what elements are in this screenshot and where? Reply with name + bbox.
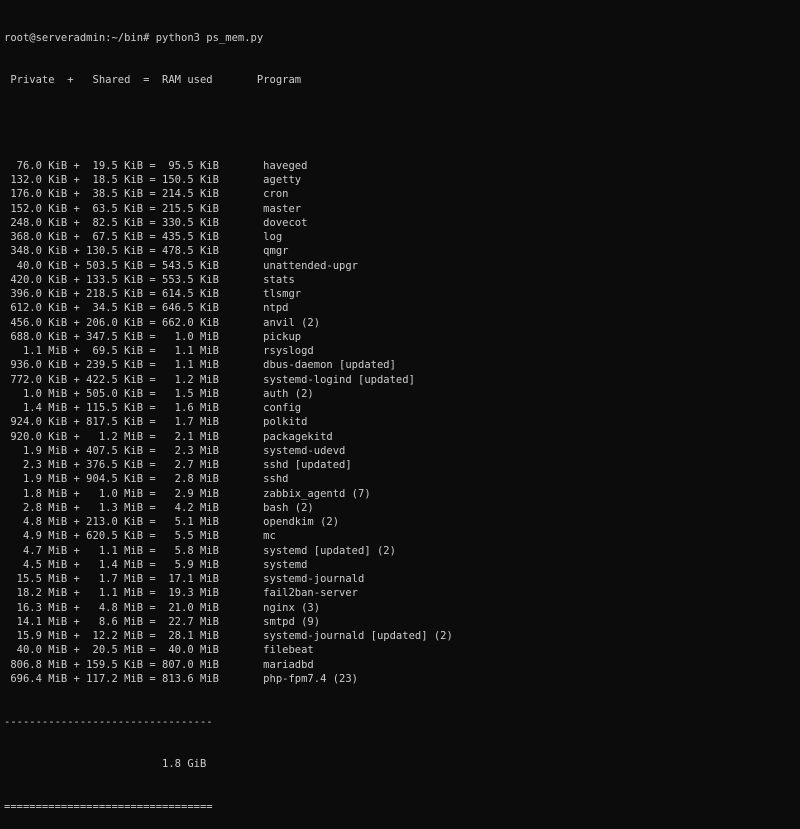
process-row: 348.0 KiB + 130.5 KiB = 478.5 KiB qmgr: [4, 245, 289, 258]
total-separator-top: ---------------------------------: [4, 715, 213, 728]
process-row: 396.0 KiB + 218.5 KiB = 614.5 KiB tlsmgr: [4, 288, 302, 300]
total-ram-used: 1.8 GiB: [4, 758, 207, 771]
process-row: 920.0 KiB + 1.2 MiB = 2.1 MiB packagekit…: [4, 430, 333, 443]
process-row: 132.0 KiB + 18.5 KiB = 150.5 KiB agetty: [4, 174, 302, 186]
process-row: 76.0 KiB + 19.5 KiB = 95.5 KiB haveged: [4, 159, 308, 172]
process-row: 1.8 MiB + 1.0 MiB = 2.9 MiB zabbix_agent…: [4, 487, 371, 500]
process-row: 456.0 KiB + 206.0 KiB = 662.0 KiB anvil …: [4, 316, 321, 329]
process-row: 4.5 MiB + 1.4 MiB = 5.9 MiB systemd: [4, 558, 308, 571]
process-row: 936.0 KiB + 239.5 KiB = 1.1 MiB dbus-dae…: [4, 359, 396, 372]
process-row: 4.8 MiB + 213.0 KiB = 5.1 MiB opendkim (…: [4, 516, 340, 528]
process-row: 176.0 KiB + 38.5 KiB = 214.5 KiB cron: [4, 188, 289, 201]
process-row: 1.9 MiB + 904.5 KiB = 2.8 MiB sshd: [4, 473, 289, 486]
terminal-window[interactable]: root@serveradmin:~/bin# python3 ps_mem.p…: [0, 0, 800, 813]
process-row: 1.1 MiB + 69.5 KiB = 1.1 MiB rsyslogd: [4, 345, 314, 357]
process-row: 14.1 MiB + 8.6 MiB = 22.7 MiB smtpd (9): [4, 615, 321, 628]
process-row: 1.4 MiB + 115.5 KiB = 1.6 MiB config: [4, 402, 302, 414]
process-row: 4.9 MiB + 620.5 KiB = 5.5 MiB mc: [4, 530, 276, 543]
process-row: 15.5 MiB + 1.7 MiB = 17.1 MiB systemd-jo…: [4, 573, 365, 585]
process-row: 612.0 KiB + 34.5 KiB = 646.5 KiB ntpd: [4, 302, 289, 315]
process-row: 4.7 MiB + 1.1 MiB = 5.8 MiB systemd [upd…: [4, 544, 396, 557]
process-row: 40.0 MiB + 20.5 MiB = 40.0 MiB filebeat: [4, 644, 314, 657]
process-row: 806.8 MiB + 159.5 KiB = 807.0 MiB mariad…: [4, 658, 314, 671]
process-row: 40.0 KiB + 503.5 KiB = 543.5 KiB unatten…: [4, 259, 359, 272]
process-memory-list: 76.0 KiB + 19.5 KiB = 95.5 KiB haveged 1…: [4, 159, 800, 686]
process-row: 248.0 KiB + 82.5 KiB = 330.5 KiB dovecot: [4, 216, 308, 229]
total-separator-bottom: =================================: [4, 801, 213, 813]
command-prompt-line: root@serveradmin:~/bin# python3 ps_mem.p…: [4, 31, 264, 44]
table-header: Private + Shared = RAM used Program: [4, 74, 302, 87]
process-row: 15.9 MiB + 12.2 MiB = 28.1 MiB systemd-j…: [4, 630, 453, 642]
process-row: 696.4 MiB + 117.2 MiB = 813.6 MiB php-fp…: [4, 672, 359, 685]
process-row: 18.2 MiB + 1.1 MiB = 19.3 MiB fail2ban-s…: [4, 587, 359, 600]
process-row: 1.0 MiB + 505.0 KiB = 1.5 MiB auth (2): [4, 387, 314, 400]
process-row: 16.3 MiB + 4.8 MiB = 21.0 MiB nginx (3): [4, 601, 321, 614]
process-row: 368.0 KiB + 67.5 KiB = 435.5 KiB log: [4, 231, 283, 243]
process-row: 772.0 KiB + 422.5 KiB = 1.2 MiB systemd-…: [4, 373, 415, 386]
process-row: 420.0 KiB + 133.5 KiB = 553.5 KiB stats: [4, 273, 295, 286]
process-row: 924.0 KiB + 817.5 KiB = 1.7 MiB polkitd: [4, 416, 308, 429]
process-row: 2.3 MiB + 376.5 KiB = 2.7 MiB sshd [upda…: [4, 459, 352, 471]
process-row: 1.9 MiB + 407.5 KiB = 2.3 MiB systemd-ud…: [4, 444, 346, 457]
process-row: 688.0 KiB + 347.5 KiB = 1.0 MiB pickup: [4, 330, 302, 343]
process-row: 152.0 KiB + 63.5 KiB = 215.5 KiB master: [4, 202, 302, 215]
process-row: 2.8 MiB + 1.3 MiB = 4.2 MiB bash (2): [4, 501, 314, 514]
